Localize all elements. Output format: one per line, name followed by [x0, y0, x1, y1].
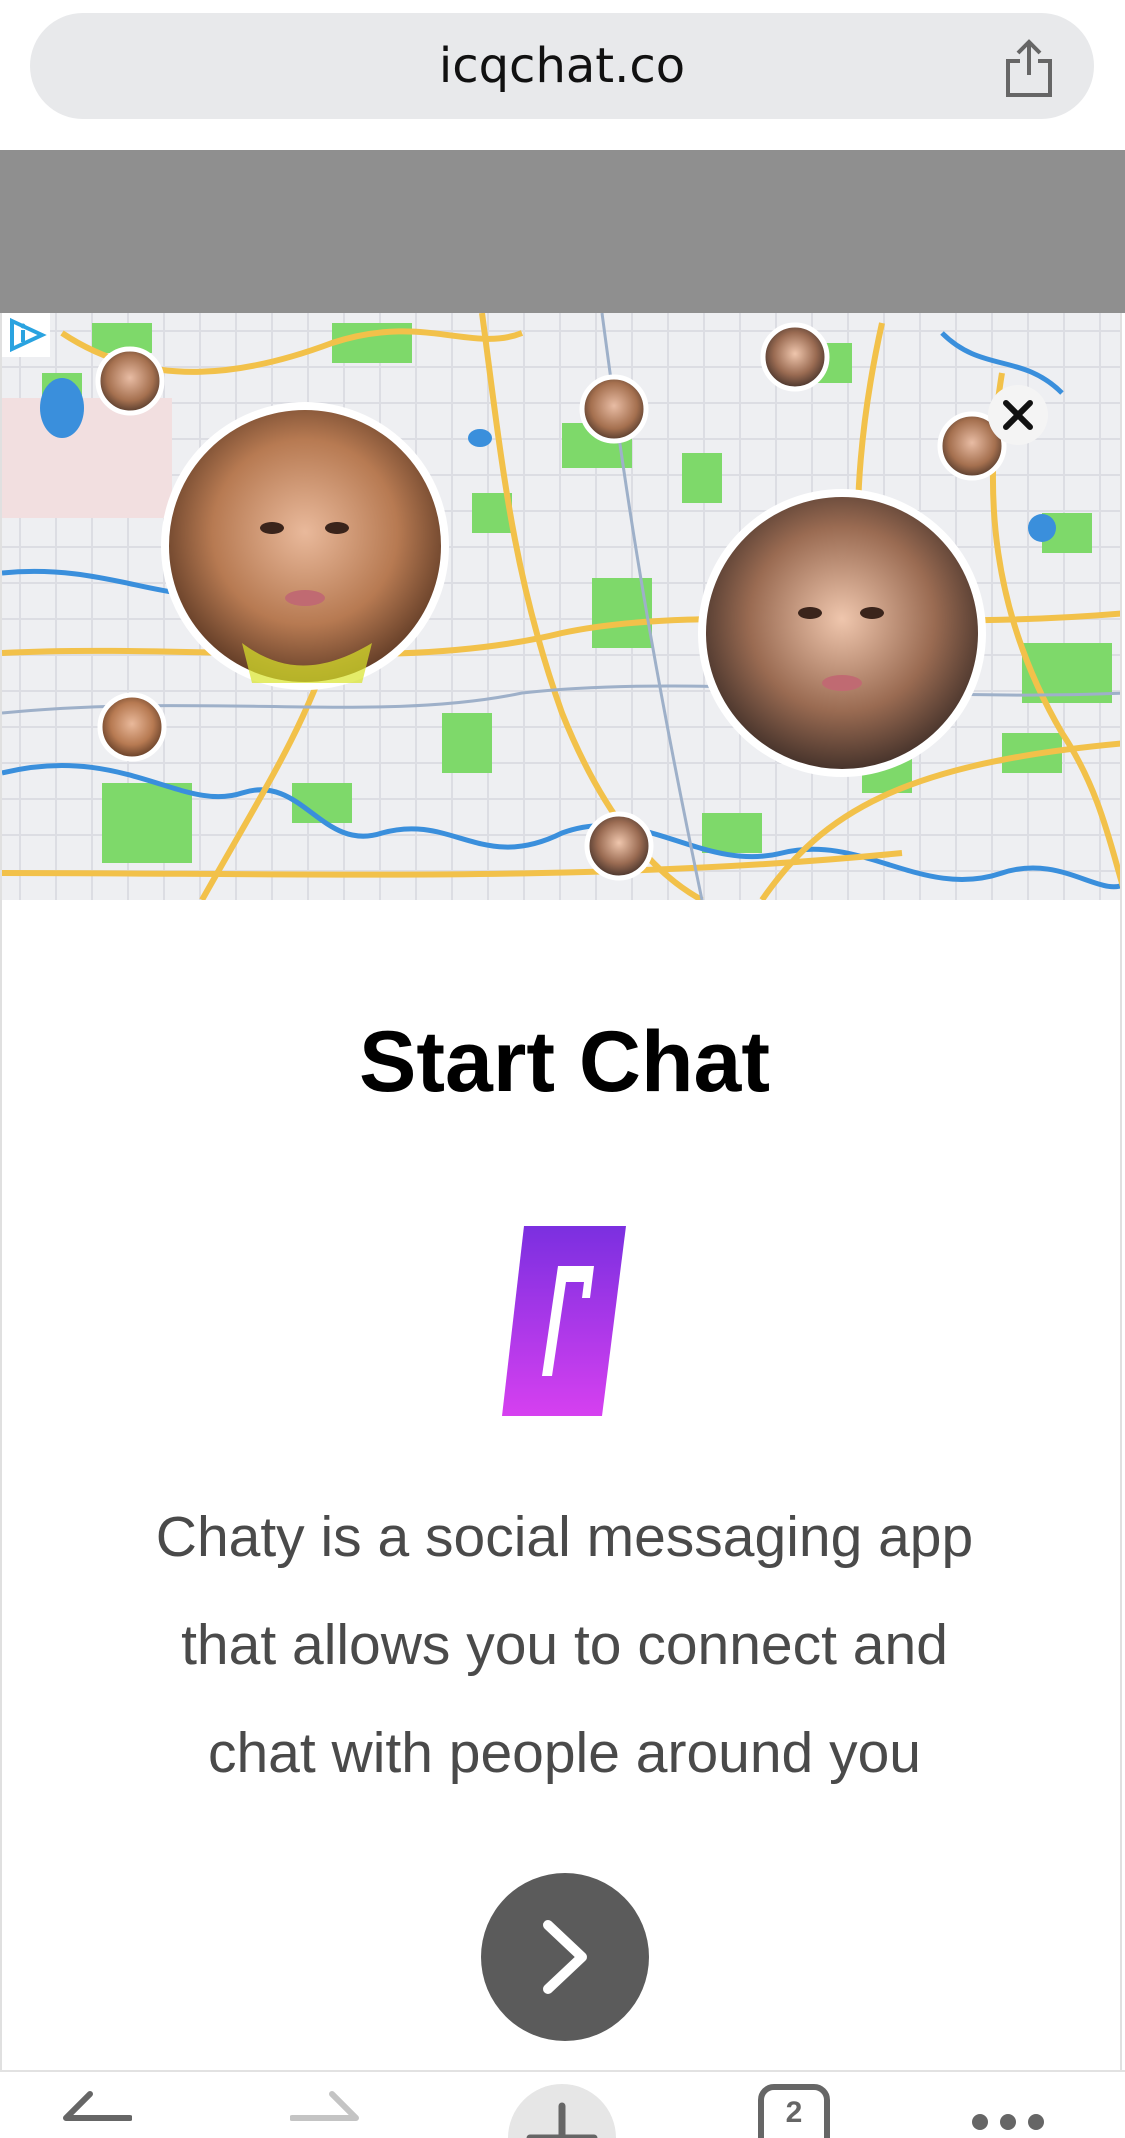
- description-line: chat with people around you: [207, 1721, 921, 1785]
- ad-title: Start Chat: [359, 1014, 770, 1110]
- close-icon: [1003, 400, 1033, 430]
- ad-description: Chaty is a social messaging app that all…: [102, 1483, 1027, 1807]
- share-icon[interactable]: [1002, 39, 1056, 99]
- map-banner-image[interactable]: [2, 313, 1122, 900]
- tabs-button[interactable]: 2: [758, 2084, 830, 2138]
- new-tab-button[interactable]: [508, 2084, 616, 2138]
- adchoices-icon[interactable]: [2, 313, 50, 357]
- description-line: that allows you to connect and: [181, 1613, 948, 1677]
- browser-address-area: icqchat.co: [0, 0, 1125, 150]
- chevron-right-icon: [543, 1920, 587, 1994]
- address-bar[interactable]: icqchat.co: [30, 13, 1094, 119]
- chaty-logo-icon: [502, 1226, 626, 1416]
- browser-bottom-toolbar: 2: [0, 2070, 1125, 2138]
- url-text[interactable]: icqchat.co: [30, 13, 1094, 119]
- close-ad-button[interactable]: [988, 385, 1048, 445]
- next-button[interactable]: [481, 1873, 649, 2041]
- new-tab-plus-icon: [526, 2102, 598, 2138]
- back-arrow-icon[interactable]: [60, 2088, 132, 2138]
- more-icon[interactable]: [968, 2092, 1048, 2132]
- forward-arrow-icon[interactable]: [290, 2088, 362, 2138]
- ad-card[interactable]: Start Chat Chaty is a social messaging a…: [0, 313, 1122, 2073]
- description-line: Chaty is a social messaging app: [155, 1505, 974, 1569]
- tab-count: 2: [785, 2096, 803, 2129]
- ad-placeholder-band: [0, 150, 1125, 313]
